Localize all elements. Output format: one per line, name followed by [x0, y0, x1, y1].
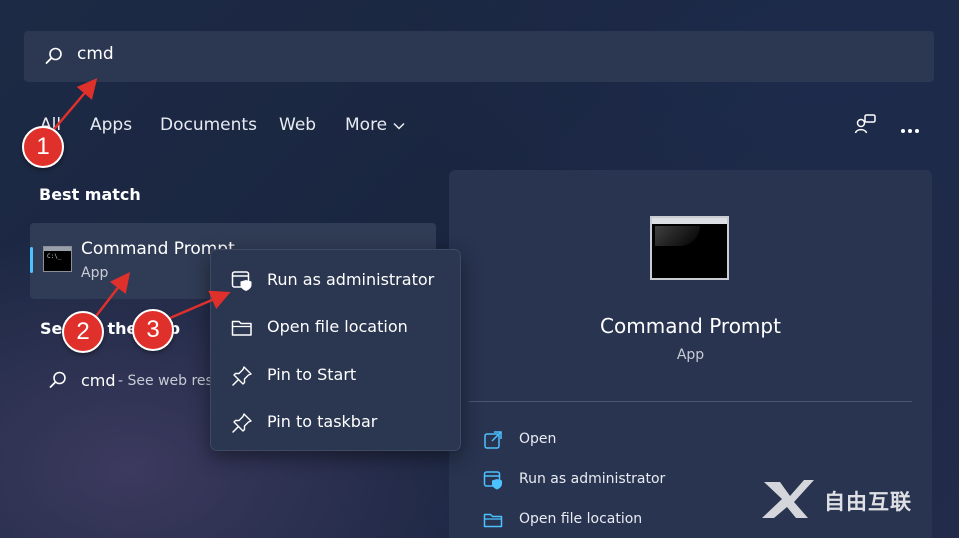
shield-window-icon: [231, 270, 253, 296]
shield-window-icon: [483, 470, 503, 494]
folder-icon: [483, 510, 503, 534]
share-feedback-icon[interactable]: [853, 112, 877, 140]
search-icon: [44, 46, 64, 70]
chevron-down-icon: [393, 115, 405, 135]
menu-item-open-file-location-label: Open file location: [267, 317, 408, 336]
context-menu: Run as administrator Open file location …: [210, 249, 461, 451]
action-open-label: Open: [519, 431, 557, 447]
watermark-logo-icon: [760, 478, 816, 524]
more-options-icon[interactable]: [900, 119, 920, 138]
folder-icon: [231, 317, 253, 343]
pin-icon: [231, 365, 253, 391]
web-query-text: cmd: [81, 371, 116, 390]
watermark: 自由互联: [760, 478, 912, 524]
open-external-icon: [483, 430, 503, 454]
command-prompt-icon: C:\_: [43, 246, 72, 272]
tab-web[interactable]: Web: [279, 115, 316, 135]
action-run-as-administrator-label: Run as administrator: [519, 471, 666, 487]
tab-more[interactable]: More: [345, 115, 405, 135]
search-bar[interactable]: cmd: [24, 31, 934, 82]
web-hint-text: - See web res: [118, 373, 213, 389]
details-subtitle: App: [676, 347, 705, 363]
watermark-text: 自由互联: [824, 490, 912, 514]
annotation-badge-2: 2: [62, 311, 104, 353]
details-title: Command Prompt: [600, 314, 781, 338]
best-match-heading: Best match: [39, 185, 141, 204]
selection-indicator: [30, 247, 33, 273]
annotation-badge-3: 3: [132, 309, 174, 351]
tab-documents[interactable]: Documents: [160, 115, 257, 135]
search-input[interactable]: cmd: [77, 44, 114, 64]
search-icon: [48, 370, 68, 390]
menu-item-run-as-administrator[interactable]: Run as administrator: [211, 259, 460, 303]
menu-item-pin-to-taskbar[interactable]: Pin to taskbar: [211, 401, 460, 445]
menu-item-pin-to-taskbar-label: Pin to taskbar: [267, 412, 378, 431]
annotation-badge-1: 1: [22, 126, 64, 168]
action-open-file-location-label: Open file location: [519, 511, 643, 527]
menu-item-pin-to-start-label: Pin to Start: [267, 365, 357, 384]
menu-item-open-file-location[interactable]: Open file location: [211, 306, 460, 350]
tab-apps[interactable]: Apps: [90, 115, 132, 135]
menu-item-pin-to-start[interactable]: Pin to Start: [211, 354, 460, 398]
divider: [469, 401, 912, 402]
best-match-subtitle: App: [81, 265, 109, 281]
tab-more-label: More: [345, 115, 388, 135]
menu-item-run-as-administrator-label: Run as administrator: [267, 270, 435, 289]
pin-icon: [231, 412, 253, 438]
command-prompt-large-icon: [650, 216, 729, 280]
